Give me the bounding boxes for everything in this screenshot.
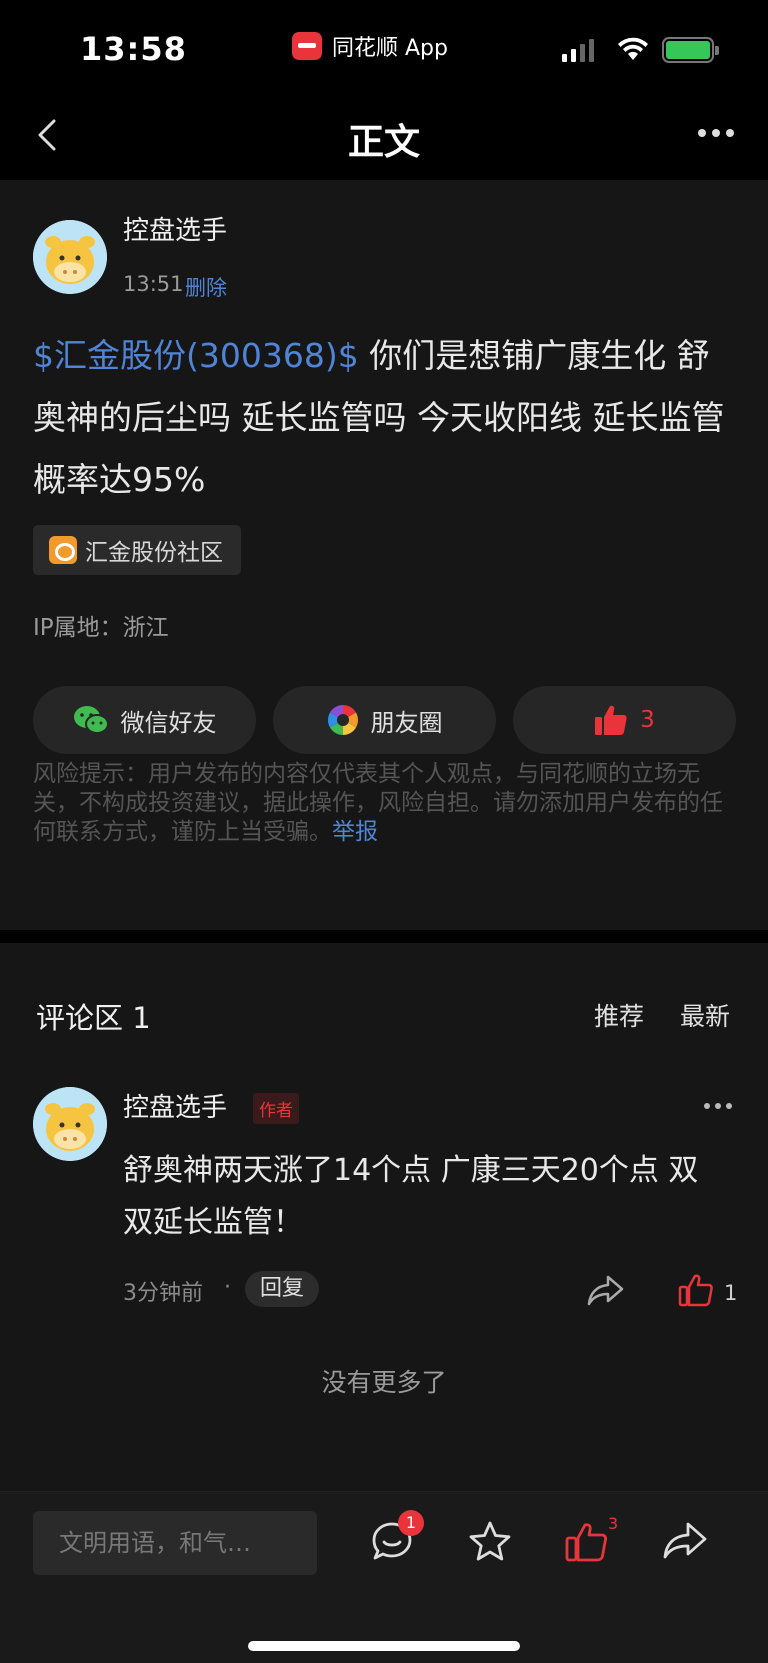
page-title: 正文	[347, 122, 420, 163]
like-post-button[interactable]: 3	[513, 686, 736, 754]
app-logo-icon	[292, 32, 322, 60]
community-label: 汇金股份社区	[85, 540, 223, 566]
share-moments-button[interactable]: 朋友圈	[273, 686, 496, 754]
comment-thumbs-up-icon[interactable]	[678, 1273, 714, 1307]
delete-link[interactable]: 删除	[185, 272, 227, 302]
thumbs-up-icon	[595, 705, 627, 735]
status-time: 13:58	[80, 30, 187, 68]
share-arrow-icon[interactable]	[586, 1273, 626, 1307]
author-badge: 作者	[253, 1093, 299, 1124]
bottom-thumbs-up-icon[interactable]	[564, 1520, 608, 1564]
bottom-like-count: 3	[608, 1514, 619, 1533]
post-body: $汇金股份(300368)$ 你们是想铺广康生化 舒奥神的后尘吗 延长监管吗 今…	[33, 325, 738, 511]
stock-link[interactable]: $汇金股份(300368)$	[33, 336, 359, 375]
comment-more-icon[interactable]	[704, 1103, 732, 1109]
status-app-indicator: 同花顺 App	[292, 30, 448, 62]
comment-count-badge: 1	[398, 1510, 424, 1536]
no-more-text: 没有更多了	[321, 1368, 447, 1397]
share-wechat-label: 微信好友	[120, 708, 217, 737]
comment-section-title: 评论区 1	[36, 1001, 151, 1035]
post-time: 13:51	[123, 272, 184, 296]
bottom-action-bar: 文明用语，和气… 1 3	[0, 1491, 768, 1663]
commenter-name[interactable]: 控盘选手	[123, 1087, 227, 1124]
comment-text: 舒奥神两天涨了14个点 广康三天20个点 双双延长监管！	[123, 1153, 699, 1240]
wechat-icon	[73, 706, 109, 734]
battery-icon	[662, 37, 719, 63]
cow-avatar-icon	[33, 1087, 107, 1161]
author-name[interactable]: 控盘选手	[123, 210, 227, 247]
share-arrow-icon[interactable]	[662, 1520, 708, 1560]
report-link[interactable]: 举报	[332, 819, 378, 845]
separator-dot: ·	[224, 1275, 231, 1300]
author-avatar[interactable]	[33, 220, 107, 294]
comment-like-count: 1	[724, 1281, 738, 1305]
comment-input[interactable]: 文明用语，和气…	[33, 1511, 317, 1575]
risk-disclaimer: 风险提示：用户发布的内容仅代表其个人观点，与同花顺的立场无关，不构成投资建议，据…	[33, 760, 738, 847]
wifi-icon	[618, 37, 648, 60]
community-tag[interactable]: 汇金股份社区	[33, 525, 241, 575]
share-wechat-button[interactable]: 微信好友	[33, 686, 256, 754]
top-nav-bar: 正文	[0, 95, 768, 180]
status-app-name: 同花顺 App	[332, 36, 448, 61]
community-icon	[49, 536, 77, 564]
status-bar: 13:58 同花顺 App	[0, 0, 768, 95]
risk-text: 风险提示：用户发布的内容仅代表其个人观点，与同花顺的立场无关，不构成投资建议，据…	[33, 761, 723, 845]
post-card: 控盘选手 13:51 删除 $汇金股份(300368)$ 你们是想铺广康生化 舒…	[0, 180, 768, 930]
star-favorite-icon[interactable]	[468, 1520, 512, 1564]
reply-button[interactable]: 回复	[245, 1271, 320, 1307]
post-like-count: 3	[640, 707, 655, 733]
moments-aperture-icon	[327, 705, 358, 735]
sort-recommend-tab[interactable]: 推荐	[594, 997, 644, 1033]
sort-latest-tab[interactable]: 最新	[680, 997, 730, 1033]
home-indicator	[248, 1641, 520, 1651]
comment-time: 3分钟前	[123, 1281, 203, 1306]
cow-avatar-icon	[33, 220, 107, 294]
share-moments-label: 朋友圈	[370, 708, 443, 737]
commenter-avatar[interactable]	[33, 1087, 107, 1161]
more-options-icon[interactable]	[698, 121, 738, 145]
cellular-signal-icon	[562, 38, 594, 62]
comment-section: 评论区 1 推荐 最新 控盘选手 作者 舒奥神两天涨了14个点 广康三天20个点…	[0, 943, 768, 1491]
ip-location: IP属地：浙江	[33, 615, 169, 641]
